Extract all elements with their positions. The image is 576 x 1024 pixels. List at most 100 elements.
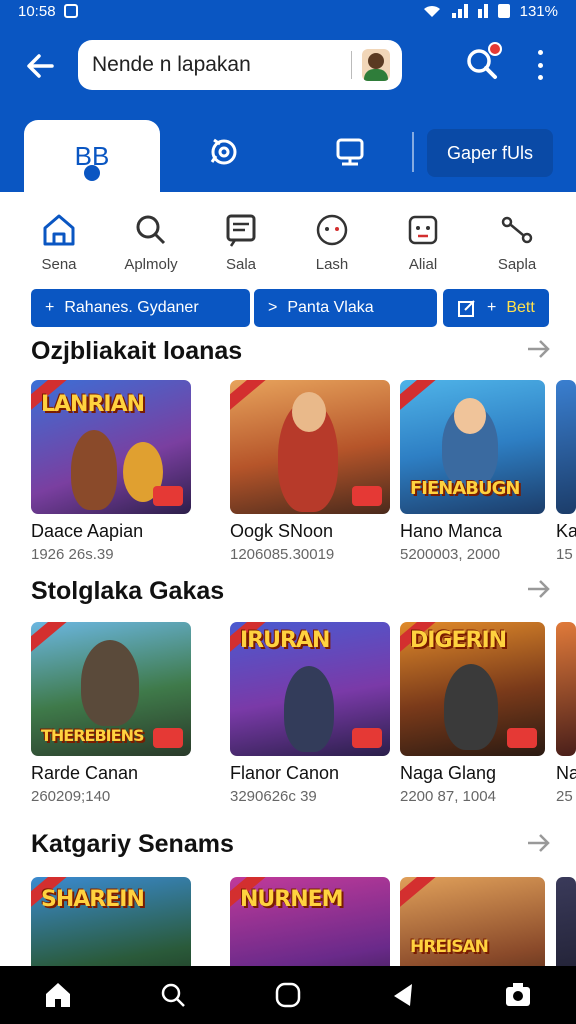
category-item-lash[interactable]: Lash <box>287 210 377 273</box>
chip-plus-icon: + <box>487 299 497 316</box>
game-card[interactable]: SHAREIN <box>31 877 191 966</box>
category-label: Sala <box>225 256 257 273</box>
section-title: Katgariy Senams <box>31 830 234 858</box>
status-bar: 10:58 131% <box>0 0 576 22</box>
game-meta: 25 <box>556 788 573 805</box>
nav-home-icon[interactable] <box>38 975 78 1015</box>
robot-icon <box>408 215 438 245</box>
game-thumbnail[interactable] <box>556 380 576 514</box>
game-title: Ka <box>556 521 576 541</box>
category-item-alial[interactable]: Alial <box>378 210 468 273</box>
nav-search-icon[interactable] <box>153 975 193 1015</box>
game-card[interactable]: Oogk SNoon 1206085.30019 <box>230 380 390 563</box>
game-card[interactable]: THEREBIENS Rarde Canan 260209;140 <box>31 622 191 805</box>
game-card[interactable]: HREISAN <box>400 877 545 966</box>
game-card[interactable]: LANRIAN Daace Aapian 1926 26s.39 <box>31 380 191 563</box>
game-logo: LANRIAN <box>41 392 145 417</box>
category-item-sena[interactable]: Sena <box>14 210 104 273</box>
nav-home-circle-icon[interactable] <box>268 975 308 1015</box>
category-item-aplmoly[interactable]: Aplmoly <box>106 210 196 273</box>
face-icon <box>316 214 348 246</box>
nav-camera-icon[interactable] <box>498 975 538 1015</box>
game-logo: NURNEM <box>240 887 344 912</box>
tab-pill-button[interactable]: Gaper fUls <box>427 129 553 177</box>
chip-label: Bett <box>506 299 535 316</box>
game-meta: 260209;140 <box>31 788 111 805</box>
game-thumbnail[interactable]: FIENABUGN <box>400 380 545 514</box>
search-input[interactable]: Nende n lapakan <box>92 53 351 77</box>
battery-level: 131% <box>519 2 558 20</box>
game-thumbnail[interactable]: HREISAN <box>400 877 545 966</box>
chip-bett[interactable]: + Bett <box>443 289 549 327</box>
back-arrow-icon[interactable] <box>22 48 58 84</box>
game-meta: 2200 87, 1004 <box>400 788 496 805</box>
home-icon <box>43 214 75 246</box>
nav-back-icon[interactable] <box>383 975 423 1015</box>
game-card[interactable]: FIENABUGN Hano Manca 5200003, 2000 <box>400 380 545 563</box>
battery-icon <box>497 4 510 18</box>
game-logo: HREISAN <box>410 937 489 957</box>
game-thumbnail[interactable]: NURNEM <box>230 877 390 966</box>
game-card[interactable]: DIGERIN Naga Glang 2200 87, 1004 <box>400 622 545 805</box>
game-row-3: SHAREIN NURNEM HREISAN <box>0 877 576 966</box>
category-item-sala[interactable]: Sala <box>196 210 286 273</box>
chip-plus-icon: + <box>45 299 55 316</box>
game-badge <box>507 728 537 748</box>
game-badge <box>352 486 382 506</box>
edit-icon <box>458 300 475 317</box>
active-tab-indicator <box>84 165 100 181</box>
game-title: Rarde Canan <box>31 763 139 783</box>
bottom-nav <box>0 966 576 1024</box>
notification-badge <box>488 42 502 56</box>
game-card[interactable]: IRURAN Flanor Canon 3290626c 39 <box>230 622 390 805</box>
game-logo: FIENABUGN <box>410 478 520 499</box>
game-title: Na <box>556 763 576 783</box>
tab-target-icon[interactable] <box>204 132 244 172</box>
game-card[interactable]: NURNEM <box>230 877 390 966</box>
game-thumbnail[interactable]: THEREBIENS <box>31 622 191 756</box>
search-icon <box>136 215 166 245</box>
section-arrow-icon[interactable] <box>526 832 552 854</box>
game-title: Hano Manca <box>400 521 503 541</box>
game-card[interactable]: Ka 15 <box>556 380 576 563</box>
game-title: Daace Aapian <box>31 521 144 541</box>
game-thumbnail[interactable]: DIGERIN <box>400 622 545 756</box>
section-arrow-icon[interactable] <box>526 338 552 360</box>
avatar[interactable] <box>362 49 390 81</box>
game-meta: 15 <box>556 546 573 563</box>
chip-label: Rahanes. Gydaner <box>64 299 199 316</box>
game-thumbnail[interactable]: IRURAN <box>230 622 390 756</box>
game-thumbnail[interactable]: SHAREIN <box>31 877 191 966</box>
tab-pill-label: Gaper fUls <box>446 142 534 163</box>
chip-panta[interactable]: > Panta Vlaka <box>254 289 437 327</box>
section-title: Stolglaka Gakas <box>31 577 225 605</box>
category-item-sapla[interactable]: Sapla <box>472 210 562 273</box>
game-meta: 5200003, 2000 <box>400 546 501 563</box>
tab-monitor-icon[interactable] <box>330 132 370 172</box>
category-label: Aplmoly <box>124 256 178 273</box>
section-arrow-icon[interactable] <box>526 578 552 600</box>
signal-icon <box>451 4 468 18</box>
game-row-1: LANRIAN Daace Aapian 1926 26s.39 Oogk SN… <box>0 380 576 580</box>
game-card[interactable]: Na 25 <box>556 622 576 805</box>
tab-separator <box>412 132 414 172</box>
game-meta: 1926 26s.39 <box>31 546 114 563</box>
tab-bb[interactable]: BB <box>24 120 160 192</box>
game-thumbnail[interactable] <box>230 380 390 514</box>
game-meta: 3290626c 39 <box>230 788 317 805</box>
status-time: 10:58 <box>18 2 56 20</box>
category-label: Sapla <box>497 256 537 273</box>
game-thumbnail[interactable] <box>556 622 576 756</box>
section-title: Ozjbliakait loanas <box>31 337 243 365</box>
category-label: Alial <box>408 256 438 273</box>
search-field[interactable]: Nende n lapakan <box>78 40 402 90</box>
more-menu-icon[interactable] <box>534 50 546 80</box>
game-card[interactable] <box>556 877 576 966</box>
game-title: Naga Glang <box>400 763 497 783</box>
game-thumbnail[interactable]: LANRIAN <box>31 380 191 514</box>
search-divider <box>351 51 352 79</box>
wifi-icon <box>423 5 440 17</box>
game-logo: SHAREIN <box>41 887 145 912</box>
chip-rahanes[interactable]: + Rahanes. Gydaner <box>31 289 250 327</box>
game-thumbnail[interactable] <box>556 877 576 966</box>
